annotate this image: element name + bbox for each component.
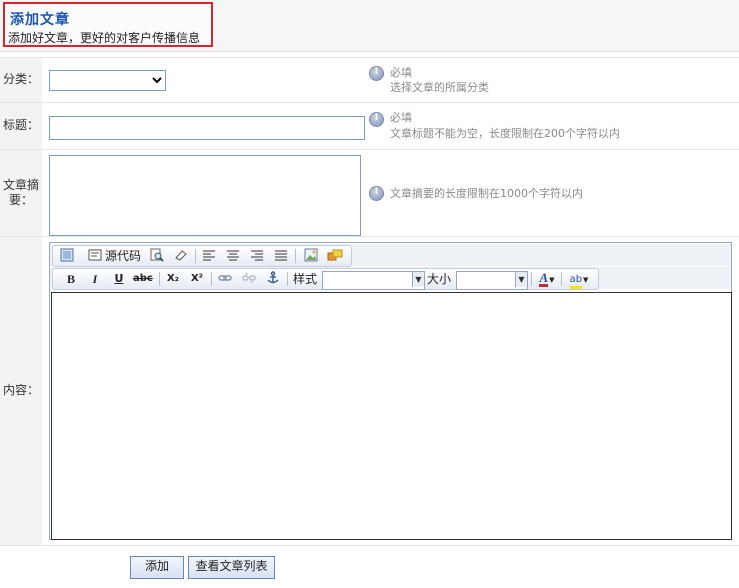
bold-button[interactable]: B	[63, 271, 79, 287]
editor-toolbar-row2: B I U abc X₂ X² 样式 ▼ 大小 ▼ A▼ ab▼	[50, 267, 731, 290]
summary-label-line1: 文章摘	[2, 178, 39, 192]
category-hint-text: 选择文章的所属分类	[390, 81, 489, 94]
chevron-down-icon[interactable]: ▼	[412, 272, 424, 287]
editor-content-area[interactable]	[51, 292, 732, 540]
toolbar-separator	[195, 249, 196, 263]
content-label: 内容：	[2, 383, 39, 397]
row-divider	[0, 102, 739, 103]
image-icon[interactable]	[303, 248, 319, 264]
font-color-button[interactable]: A▼	[535, 271, 559, 287]
title-input[interactable]	[49, 116, 365, 140]
template-icon[interactable]	[59, 248, 75, 264]
summary-label-line2: 要：	[8, 193, 33, 207]
subscript-button[interactable]: X₂	[165, 271, 181, 287]
page-title: 添加文章	[10, 12, 70, 28]
superscript-button[interactable]: X²	[189, 271, 205, 287]
info-icon	[369, 66, 384, 81]
toolbar-separator	[561, 272, 562, 286]
info-icon	[369, 112, 384, 127]
title-hint-text: 文章标题不能为空，长度限制在200个字符以内	[390, 127, 620, 140]
source-code-label[interactable]: 源代码	[105, 248, 141, 264]
anchor-icon[interactable]	[265, 271, 281, 287]
summary-hint-text: 文章摘要的长度限制在1000个字符以内	[390, 187, 583, 200]
style-select[interactable]: ▼	[322, 271, 425, 290]
toolbar-separator	[159, 272, 160, 286]
align-right-icon[interactable]	[249, 248, 265, 264]
size-select[interactable]: ▼	[456, 271, 528, 290]
chevron-down-icon: ▼	[549, 276, 555, 284]
italic-button[interactable]: I	[87, 271, 103, 287]
rich-text-editor: 源代码 B I U abc X₂ X² 样式 ▼ 大小 ▼ A▼ ab▼	[49, 242, 732, 540]
summary-textarea[interactable]	[49, 155, 361, 236]
chevron-down-icon: ▼	[583, 276, 589, 284]
row-divider	[0, 236, 739, 237]
page-subtitle: 添加好文章，更好的对客户传播信息	[8, 31, 201, 45]
row-divider	[0, 57, 739, 58]
info-icon	[369, 186, 384, 201]
title-hint-required: 必填	[390, 111, 412, 124]
row-divider	[0, 545, 739, 546]
editor-toolbar-group: B I U abc X₂ X² 样式 ▼ 大小 ▼ A▼ ab▼	[52, 268, 599, 290]
preview-icon[interactable]	[149, 248, 165, 264]
editor-toolbar-row1: 源代码	[50, 244, 731, 267]
source-code-icon[interactable]	[87, 248, 103, 264]
align-left-icon[interactable]	[201, 248, 217, 264]
toolbar-separator	[295, 249, 296, 263]
toolbar-separator	[211, 272, 212, 286]
font-color-glyph: A	[539, 270, 549, 287]
chevron-down-icon[interactable]: ▼	[515, 272, 527, 287]
category-hint-required: 必填	[390, 66, 412, 79]
align-center-icon[interactable]	[225, 248, 241, 264]
style-label: 样式	[293, 272, 318, 286]
category-select[interactable]	[49, 70, 166, 91]
strikethrough-button[interactable]: abc	[133, 271, 153, 287]
add-button[interactable]: 添加	[130, 556, 184, 579]
toolbar-separator	[287, 272, 288, 286]
unlink-icon[interactable]	[241, 271, 257, 287]
editor-toolbar-group: 源代码	[52, 245, 352, 267]
eraser-icon[interactable]	[173, 248, 189, 264]
header-highlight-box: 添加文章 添加好文章，更好的对客户传播信息	[3, 2, 213, 47]
flash-icon[interactable]	[327, 248, 343, 264]
align-justify-icon[interactable]	[273, 248, 289, 264]
background-color-glyph: ab	[569, 274, 583, 289]
row-divider	[0, 149, 739, 150]
category-label: 分类：	[2, 72, 39, 86]
title-label: 标题：	[2, 118, 39, 132]
link-icon[interactable]	[217, 271, 233, 287]
underline-button[interactable]: U	[111, 271, 127, 287]
toolbar-separator	[531, 272, 532, 286]
view-article-list-button[interactable]: 查看文章列表	[188, 556, 275, 579]
background-color-button[interactable]: ab▼	[565, 271, 593, 289]
size-label: 大小	[427, 272, 452, 286]
